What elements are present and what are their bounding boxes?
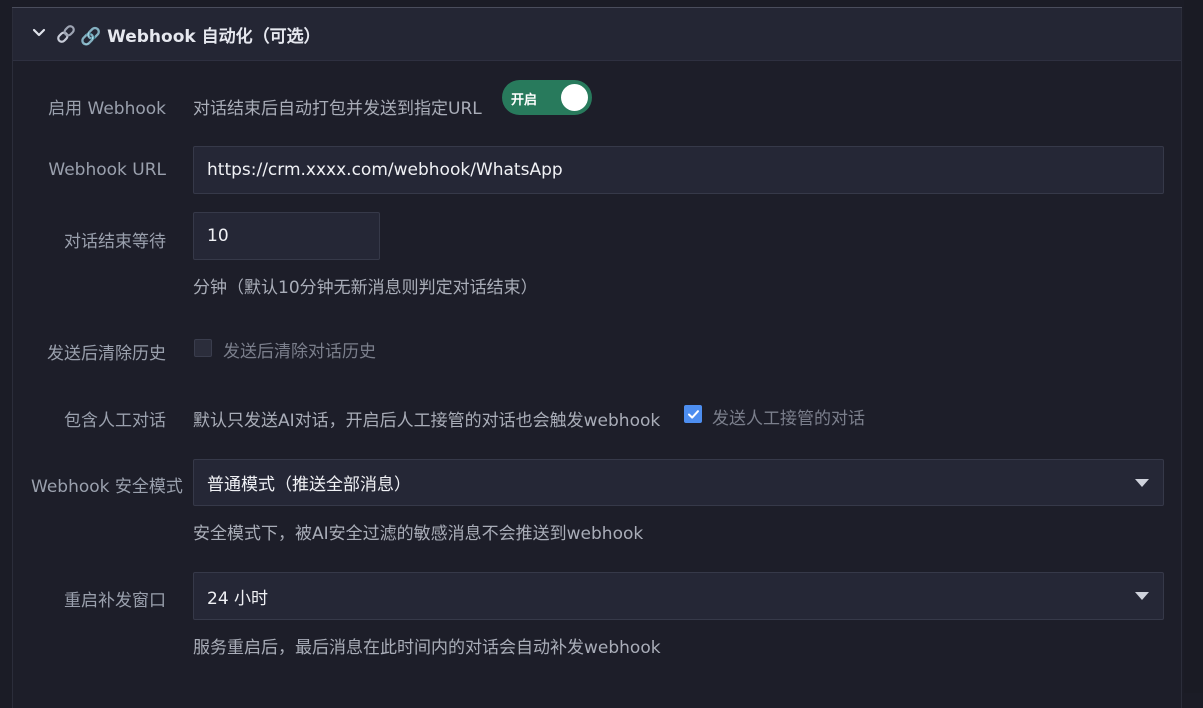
- webhook-url-label: Webhook URL: [48, 160, 166, 180]
- enable-webhook-label: 启用 Webhook: [48, 99, 166, 119]
- checkmark-icon: [688, 410, 699, 419]
- end-wait-input[interactable]: 10: [193, 212, 380, 260]
- resend-window-select[interactable]: 24 小时: [193, 572, 1164, 620]
- toggle-state-text: 开启: [511, 93, 538, 108]
- caret-down-icon: [1135, 592, 1149, 600]
- end-wait-hint: 分钟（默认10分钟无新消息则判定对话结束）: [193, 278, 538, 298]
- link-icon: [57, 25, 75, 43]
- include-human-description: 默认只发送AI对话，开启后人工接管的对话也会触发webhook: [193, 411, 661, 431]
- security-mode-hint: 安全模式下，被AI安全过滤的敏感消息不会推送到webhook: [193, 524, 644, 544]
- security-mode-label: Webhook 安全模式: [31, 477, 183, 497]
- clear-history-label: 发送后清除历史: [47, 344, 166, 364]
- webhook-url-input[interactable]: https://crm.xxxx.com/webhook/WhatsApp: [193, 146, 1164, 194]
- clear-history-checkbox-label[interactable]: 发送后清除对话历史: [223, 337, 376, 362]
- security-mode-select[interactable]: 普通模式（推送全部消息）: [193, 459, 1164, 506]
- toggle-knob: [561, 84, 588, 111]
- resend-window-hint: 服务重启后，最后消息在此时间内的对话会自动补发webhook: [193, 638, 661, 658]
- include-human-label: 包含人工对话: [64, 411, 166, 431]
- scrollbar-gutter[interactable]: [1184, 0, 1203, 693]
- resend-window-label: 重启补发窗口: [64, 591, 166, 611]
- section-title: 🔗 Webhook 自动化（可选）: [80, 27, 321, 47]
- resend-window-selected: 24 小时: [207, 588, 269, 609]
- include-human-checkbox-label[interactable]: 发送人工接管的对话: [712, 404, 865, 429]
- end-wait-label: 对话结束等待: [64, 232, 166, 252]
- enable-webhook-description: 对话结束后自动打包并发送到指定URL: [193, 99, 482, 119]
- section-header[interactable]: 🔗 Webhook 自动化（可选）: [13, 8, 1181, 61]
- chevron-down-icon[interactable]: [32, 26, 46, 40]
- webhook-url-value: https://crm.xxxx.com/webhook/WhatsApp: [207, 160, 563, 180]
- outer-background: [0, 0, 12, 693]
- end-wait-value: 10: [207, 226, 229, 246]
- clear-history-checkbox[interactable]: [194, 339, 212, 357]
- enable-webhook-toggle[interactable]: 开启: [502, 80, 592, 115]
- security-mode-selected: 普通模式（推送全部消息）: [207, 475, 411, 495]
- include-human-checkbox[interactable]: [684, 405, 702, 423]
- caret-down-icon: [1135, 479, 1149, 487]
